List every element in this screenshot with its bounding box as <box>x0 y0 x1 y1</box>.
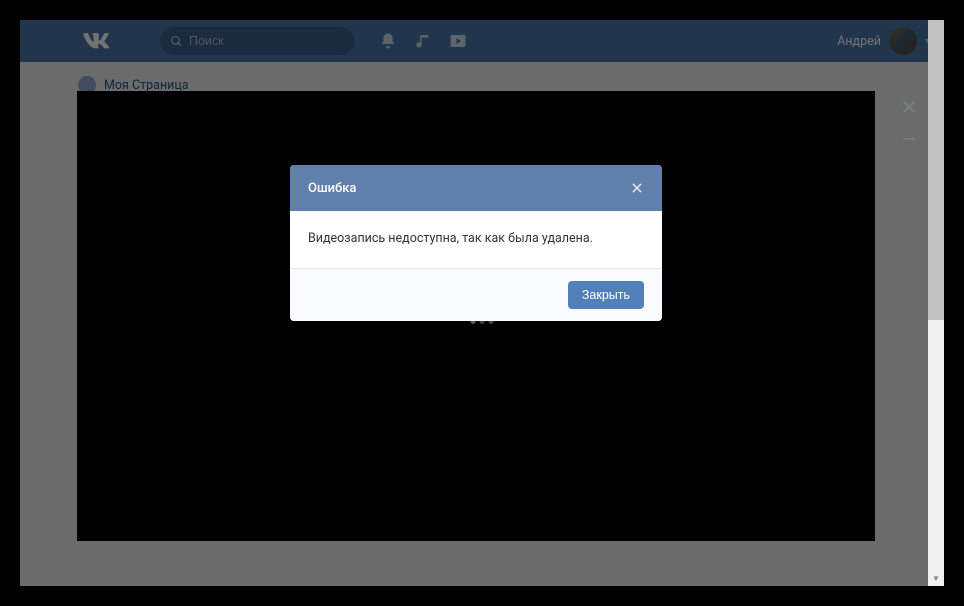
dialog-header: Ошибка <box>290 165 662 211</box>
dialog-title: Ошибка <box>308 181 356 196</box>
video-minimize-button[interactable] <box>892 122 926 156</box>
close-button[interactable]: Закрыть <box>568 281 644 309</box>
video-close-button[interactable] <box>892 90 926 124</box>
scrollbar-thumb[interactable] <box>928 20 944 320</box>
dialog-footer: Закрыть <box>290 269 662 321</box>
close-icon[interactable] <box>630 181 644 195</box>
scroll-down-button[interactable]: ▼ <box>928 570 944 586</box>
dialog-message: Видеозапись недоступна, так как была уда… <box>290 211 662 269</box>
scrollbar[interactable]: ▲ ▼ <box>928 20 944 586</box>
error-dialog: Ошибка Видеозапись недоступна, так как б… <box>290 165 662 321</box>
